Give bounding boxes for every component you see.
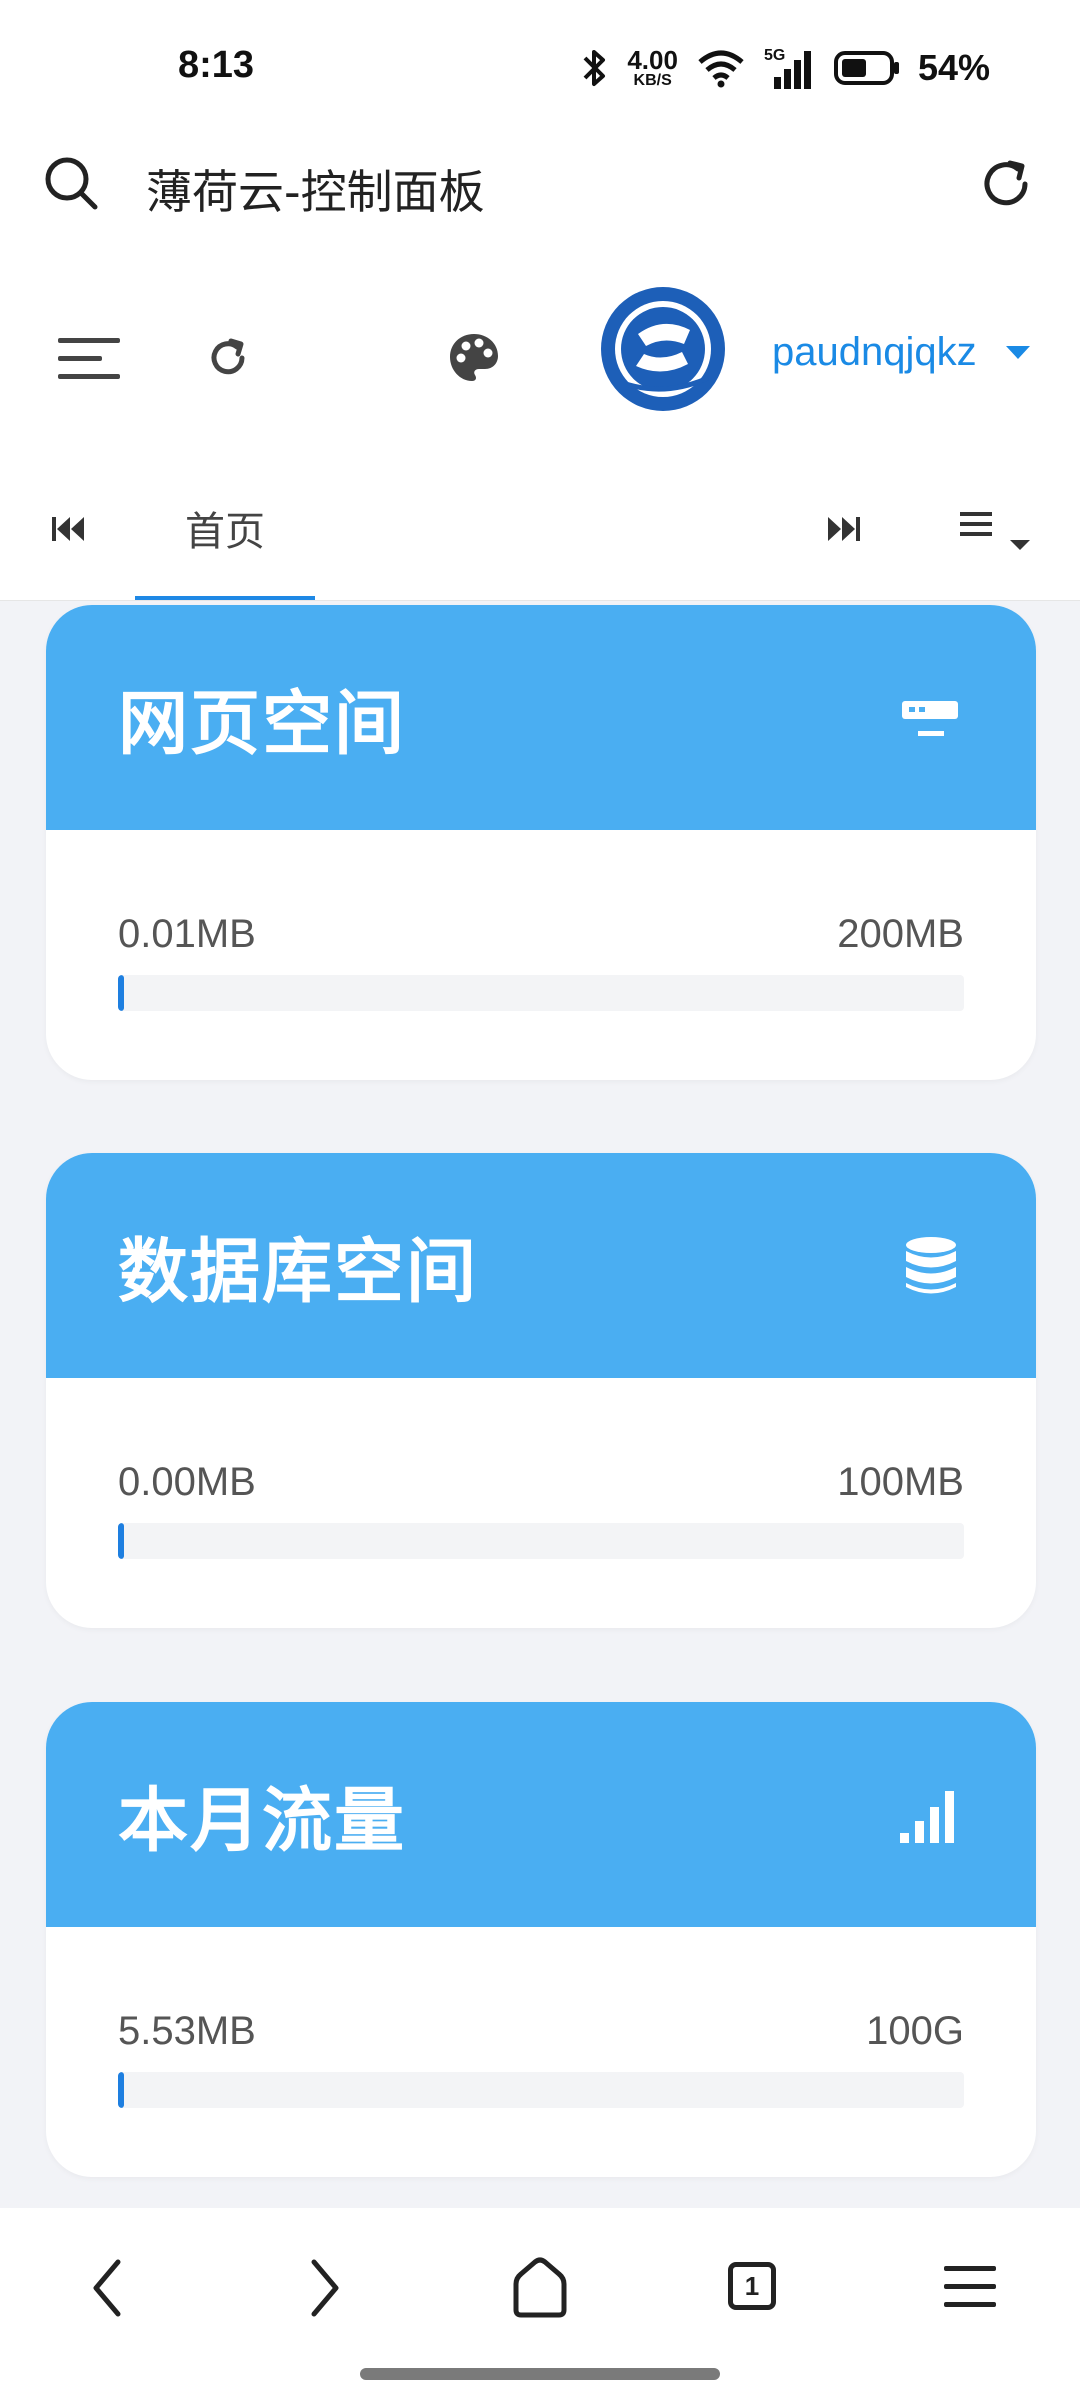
card-body: 0.01MB 200MB <box>46 830 1036 1080</box>
username[interactable]: paudnqjqkz <box>772 330 977 375</box>
forward-icon[interactable] <box>304 2256 344 2320</box>
server-icon <box>902 700 958 736</box>
status-bar: 8:13 4.00 KB/S 5G 54% <box>0 0 1080 130</box>
wifi-icon <box>698 50 744 88</box>
web-space-card: 网页空间 0.01MB 200MB <box>46 605 1036 1080</box>
page-title[interactable]: 薄荷云-控制面板 <box>146 156 485 222</box>
chevron-down-icon[interactable] <box>1006 346 1030 360</box>
home-indicator[interactable] <box>360 2368 720 2380</box>
network-speed: 4.00 KB/S <box>627 45 678 89</box>
total-value: 100G <box>866 2009 964 2053</box>
usage-progress-bar <box>118 1523 964 1559</box>
tab-options-menu-icon[interactable] <box>960 510 1032 552</box>
card-title: 数据库空间 <box>118 1230 478 1312</box>
status-indicators: 4.00 KB/S 5G 54% <box>581 44 990 92</box>
card-title: 网页空间 <box>118 682 406 764</box>
reload-page-icon[interactable] <box>976 154 1036 214</box>
scroll-tabs-left-icon[interactable] <box>52 516 86 542</box>
tab-bar: 首页 <box>0 460 1080 601</box>
usage-progress-fill <box>118 1523 124 1559</box>
battery-percentage: 54% <box>917 47 990 88</box>
app-header: paudnqjqkz <box>0 250 1080 460</box>
browser-menu-icon[interactable] <box>944 2264 998 2310</box>
menu-toggle-icon[interactable] <box>58 336 122 382</box>
card-header: 本月流量 <box>46 1702 1036 1927</box>
usage-progress-bar <box>118 975 964 1011</box>
used-value: 0.00MB <box>118 1460 256 1504</box>
cellular-signal-icon: 5G <box>764 47 816 89</box>
total-value: 100MB <box>837 1460 964 1504</box>
scroll-tabs-right-icon[interactable] <box>826 516 860 542</box>
bluetooth-icon <box>583 50 606 86</box>
total-value: 200MB <box>837 912 964 956</box>
usage-progress-fill <box>118 975 124 1011</box>
palette-icon[interactable] <box>448 332 500 384</box>
tabs-switcher-button[interactable]: 1 <box>728 2262 776 2310</box>
back-icon[interactable] <box>88 2256 128 2320</box>
signal-bars-icon <box>900 1790 954 1843</box>
monthly-traffic-card: 本月流量 5.53MB 100G <box>46 1702 1036 2177</box>
card-body: 5.53MB 100G <box>46 1927 1036 2177</box>
card-title: 本月流量 <box>118 1779 406 1861</box>
tab-home[interactable]: 首页 <box>135 460 315 600</box>
search-icon[interactable] <box>42 154 102 214</box>
battery-icon <box>833 51 899 85</box>
status-time: 8:13 <box>178 44 255 86</box>
card-body: 0.00MB 100MB <box>46 1378 1036 1628</box>
database-icon <box>906 1236 956 1293</box>
card-header: 数据库空间 <box>46 1153 1036 1378</box>
home-icon[interactable] <box>510 2256 570 2320</box>
refresh-icon[interactable] <box>206 336 250 380</box>
used-value: 0.01MB <box>118 912 256 956</box>
tab-count: 1 <box>744 2270 760 2301</box>
usage-progress-fill <box>118 2072 124 2108</box>
browser-address-bar[interactable]: 薄荷云-控制面板 <box>0 130 1080 250</box>
usage-progress-bar <box>118 2072 964 2108</box>
database-space-card: 数据库空间 0.00MB 100MB <box>46 1153 1036 1628</box>
avatar[interactable] <box>600 286 726 412</box>
used-value: 5.53MB <box>118 2009 256 2053</box>
tab-home-label: 首页 <box>185 509 265 555</box>
card-header: 网页空间 <box>46 605 1036 830</box>
